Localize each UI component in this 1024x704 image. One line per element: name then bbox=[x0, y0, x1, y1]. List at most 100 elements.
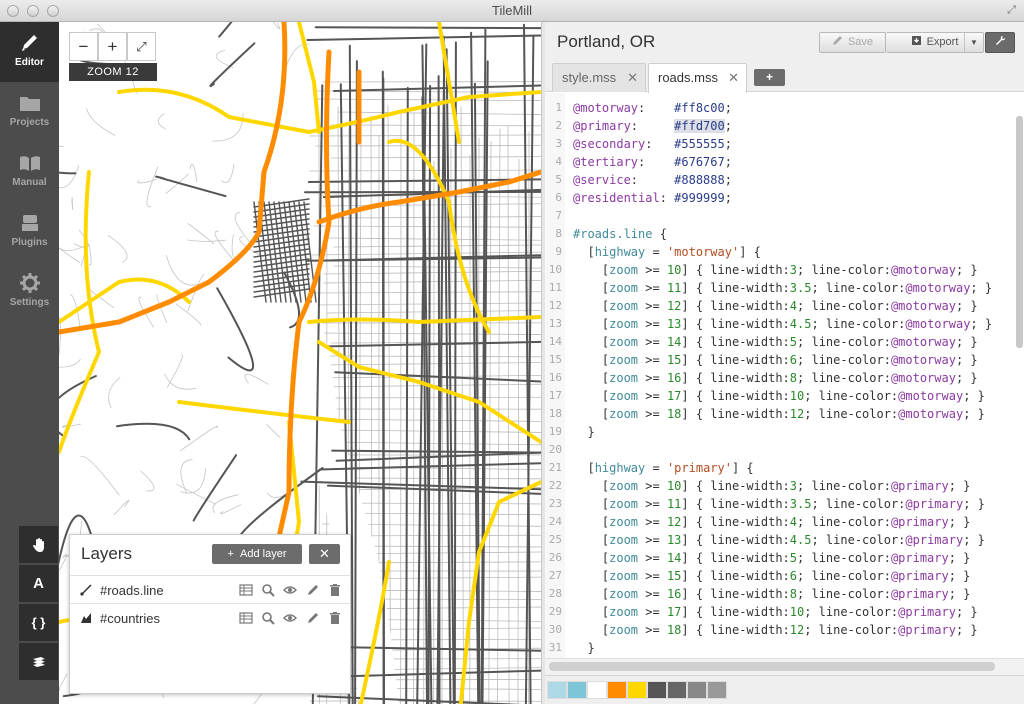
add-tab-button[interactable]: + bbox=[754, 69, 785, 86]
export-button[interactable]: Export ▼ bbox=[886, 32, 984, 53]
code-text: [zoom >= 13] { line-width:4.5; line-colo… bbox=[573, 317, 993, 331]
line-number: 13 bbox=[548, 317, 562, 330]
minor-street bbox=[488, 140, 492, 704]
close-layers-button[interactable]: ✕ bbox=[309, 544, 340, 564]
hill-street bbox=[88, 243, 92, 266]
edit-icon[interactable] bbox=[306, 583, 320, 597]
project-title: Portland, OR bbox=[557, 32, 656, 51]
code-text: [zoom >= 13] { line-width:4.5; line-colo… bbox=[573, 533, 985, 547]
hill-street bbox=[164, 373, 197, 390]
layers-tool[interactable] bbox=[19, 643, 58, 680]
minor-street bbox=[517, 158, 520, 704]
code-text: [zoom >= 18] { line-width:12; line-color… bbox=[573, 407, 985, 421]
code-text: [highway = 'motorway'] { bbox=[573, 245, 761, 259]
color-swatch[interactable] bbox=[587, 681, 607, 699]
color-swatch[interactable] bbox=[707, 681, 727, 699]
code-line: 25 [zoom >= 13] { line-width:4.5; line-c… bbox=[545, 531, 1024, 549]
code-text: [zoom >= 11] { line-width:3.5; line-colo… bbox=[573, 497, 985, 511]
expand-icon[interactable]: ⤢ bbox=[127, 32, 156, 61]
chevron-down-icon[interactable]: ▼ bbox=[964, 33, 983, 52]
code-line: 2 @primary: #ffd700; bbox=[545, 117, 1024, 135]
color-swatch[interactable] bbox=[567, 681, 587, 699]
add-layer-button[interactable]: + Add layer bbox=[212, 544, 302, 564]
search-icon[interactable] bbox=[261, 583, 275, 597]
nav-item-settings[interactable]: Settings bbox=[0, 262, 59, 322]
code-line: 11 [zoom >= 11] { line-width:3.5; line-c… bbox=[545, 279, 1024, 297]
color-swatch[interactable] bbox=[607, 681, 627, 699]
close-icon[interactable]: ✕ bbox=[627, 64, 638, 91]
code-line: 10 [zoom >= 10] { line-width:3; line-col… bbox=[545, 261, 1024, 279]
save-button[interactable]: Save bbox=[819, 32, 886, 53]
line-number: 20 bbox=[548, 443, 562, 456]
nav-label: Manual bbox=[12, 177, 47, 188]
line-number: 25 bbox=[548, 533, 562, 546]
color-swatch[interactable] bbox=[547, 681, 567, 699]
nav-item-manual[interactable]: Manual bbox=[0, 142, 59, 202]
trash-icon[interactable] bbox=[328, 611, 342, 625]
line-number: 5 bbox=[555, 173, 562, 186]
edit-icon[interactable] bbox=[306, 611, 320, 625]
nav-item-plugins[interactable]: Plugins bbox=[0, 202, 59, 262]
line-number: 30 bbox=[548, 623, 562, 636]
folder-icon bbox=[18, 92, 42, 114]
horizontal-scrollbar[interactable] bbox=[549, 662, 995, 671]
layer-actions bbox=[234, 583, 342, 597]
nav-item-editor[interactable]: Editor bbox=[0, 22, 59, 82]
color-swatch[interactable] bbox=[627, 681, 647, 699]
line-number: 21 bbox=[548, 461, 562, 474]
window-title: TileMill bbox=[492, 3, 532, 18]
hill-street bbox=[234, 211, 254, 247]
hill-street bbox=[267, 485, 298, 498]
code-line: 13 [zoom >= 13] { line-width:4.5; line-c… bbox=[545, 315, 1024, 333]
code-line: 14 [zoom >= 14] { line-width:5; line-col… bbox=[545, 333, 1024, 351]
layer-row[interactable]: #countries bbox=[70, 603, 350, 631]
font-tool[interactable]: A bbox=[19, 565, 58, 602]
fullscreen-icon[interactable]: ⤢ bbox=[1005, 4, 1018, 17]
search-icon[interactable] bbox=[261, 611, 275, 625]
settings-wrench-button[interactable] bbox=[985, 32, 1015, 53]
layer-row[interactable]: #roads.line bbox=[70, 575, 350, 603]
trash-icon[interactable] bbox=[328, 583, 342, 597]
close-icon[interactable]: ✕ bbox=[728, 64, 739, 91]
hill-street bbox=[59, 146, 64, 147]
table-icon[interactable] bbox=[239, 611, 253, 625]
eye-icon[interactable] bbox=[283, 583, 298, 597]
tab-roads-mss[interactable]: roads.mss ✕ bbox=[648, 63, 747, 93]
layer-name: #countries bbox=[100, 611, 160, 626]
color-swatch[interactable] bbox=[667, 681, 687, 699]
minor-street bbox=[331, 124, 541, 127]
color-swatch[interactable] bbox=[687, 681, 707, 699]
minor-street bbox=[312, 302, 541, 306]
code-line: 19 } bbox=[545, 423, 1024, 441]
carto-tool[interactable]: { } bbox=[19, 604, 58, 641]
tab-label: style.mss bbox=[562, 70, 617, 85]
table-icon[interactable] bbox=[239, 583, 253, 597]
minor-street bbox=[333, 265, 541, 269]
hill-street bbox=[146, 166, 159, 208]
code-line: 9 [highway = 'motorway'] { bbox=[545, 243, 1024, 261]
code-text: @residential: #999999; bbox=[573, 191, 732, 205]
color-palette bbox=[545, 675, 1024, 704]
hill-street bbox=[212, 494, 239, 514]
code-text: @primary: #ffd700; bbox=[573, 119, 732, 133]
hand-icon bbox=[31, 538, 47, 557]
code-editor[interactable]: 1 @motorway: #ff8c00; 2 @primary: #ffd700; 3… bbox=[545, 93, 1024, 658]
pan-tool[interactable] bbox=[19, 526, 58, 563]
line-number: 31 bbox=[548, 641, 562, 654]
hill-street bbox=[71, 196, 74, 210]
minor-street bbox=[330, 156, 541, 159]
code-line: 12 [zoom >= 12] { line-width:4; line-col… bbox=[545, 297, 1024, 315]
zoom-in-button[interactable]: + bbox=[98, 32, 127, 61]
vertical-scrollbar[interactable] bbox=[1016, 116, 1023, 348]
code-line: 4 @tertiary: #676767; bbox=[545, 153, 1024, 171]
line-number: 8 bbox=[555, 227, 562, 240]
title-bar: TileMill ⤢ bbox=[0, 0, 1024, 22]
line-number: 4 bbox=[555, 155, 562, 168]
nav-item-projects[interactable]: Projects bbox=[0, 82, 59, 142]
eye-icon[interactable] bbox=[283, 611, 298, 625]
code-line: 31 } bbox=[545, 639, 1024, 657]
color-swatch[interactable] bbox=[647, 681, 667, 699]
hill-street bbox=[221, 164, 235, 183]
tab-style-mss[interactable]: style.mss ✕ bbox=[552, 63, 646, 92]
zoom-out-button[interactable]: − bbox=[69, 32, 98, 61]
